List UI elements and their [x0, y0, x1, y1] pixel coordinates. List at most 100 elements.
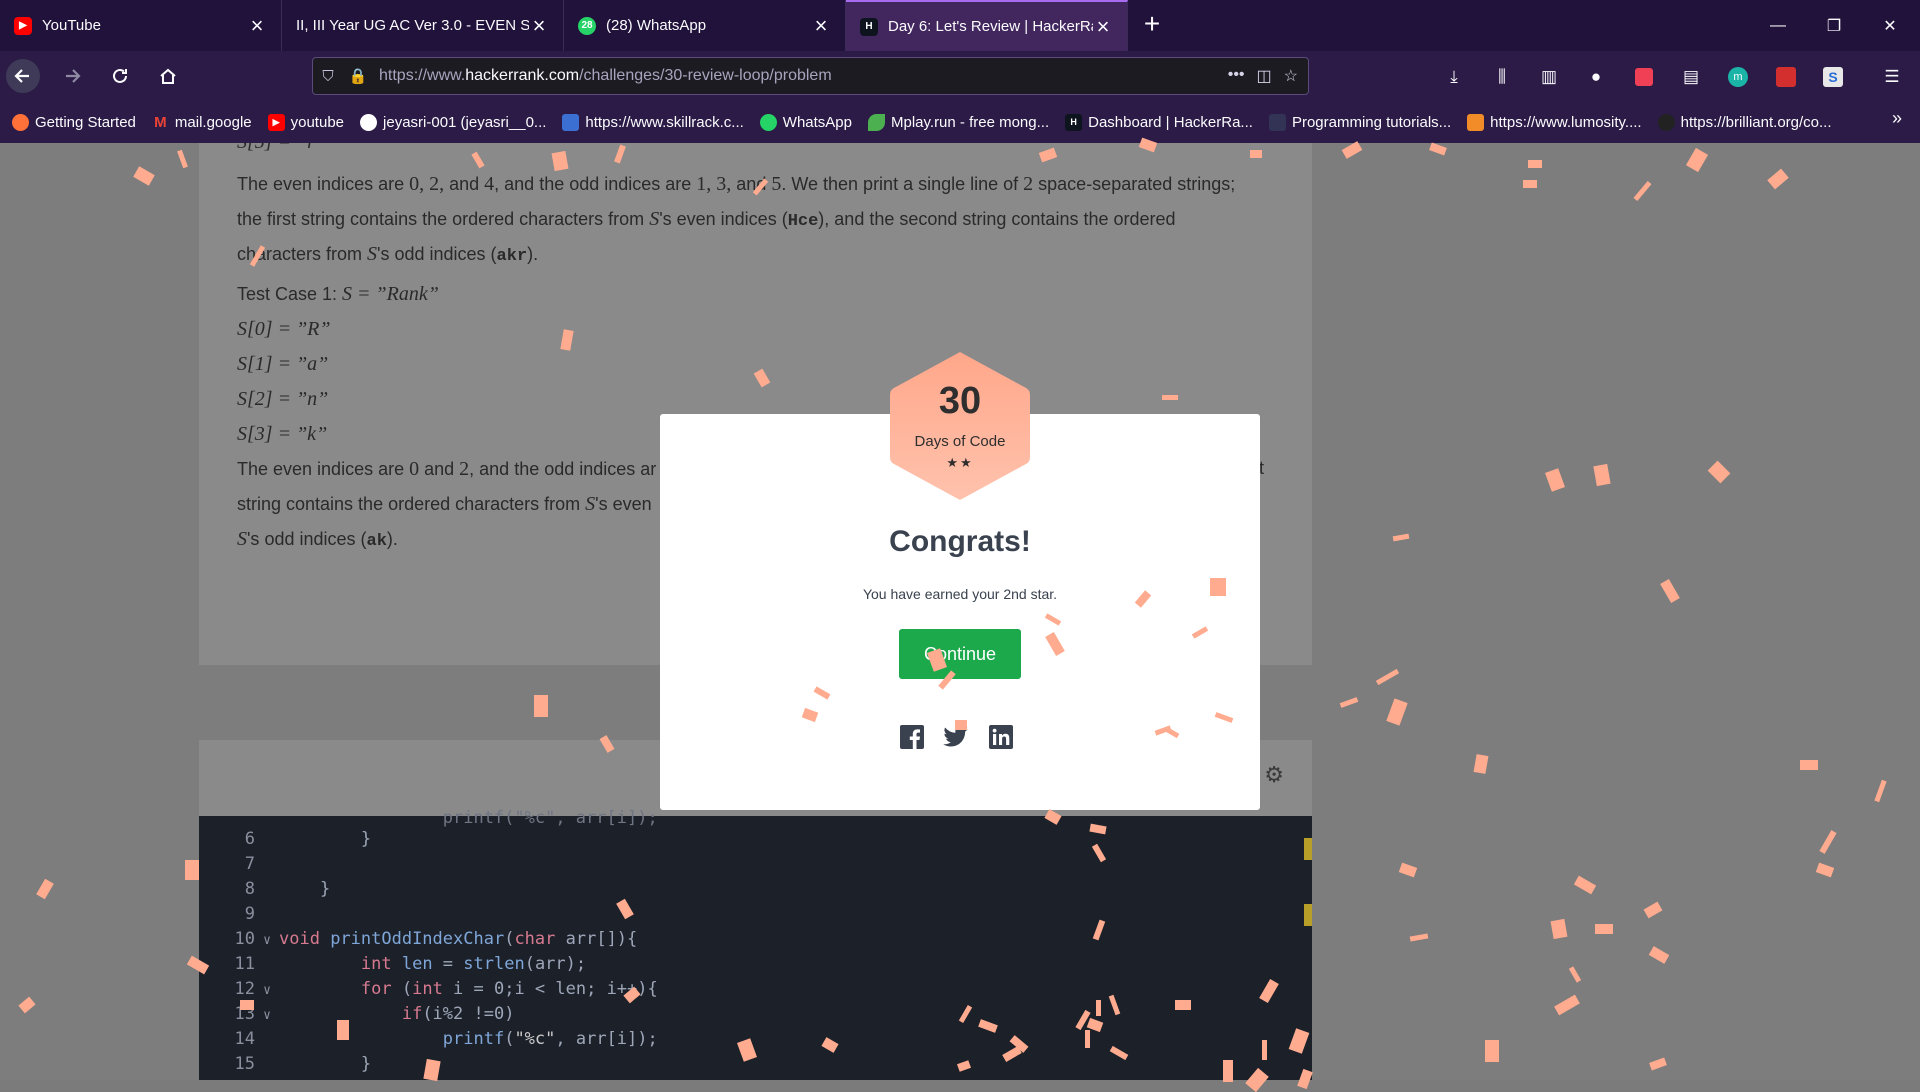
- confetti-piece: [534, 695, 548, 717]
- firefox-icon: [12, 113, 29, 131]
- code-line: 9: [244, 904, 255, 924]
- lumosity-icon: [1467, 113, 1485, 131]
- confetti-piece: [1223, 1060, 1233, 1082]
- confetti-piece: [1175, 1000, 1191, 1010]
- confetti-piece: [240, 1000, 254, 1010]
- bookmark-gmail[interactable]: Mmail.google: [152, 113, 251, 131]
- tab-ug-ac[interactable]: II, III Year UG AC Ver 3.0 - EVEN Se ×: [282, 0, 564, 51]
- tab-title: YouTube: [42, 17, 101, 34]
- tab-bar: ▶ YouTube × II, III Year UG AC Ver 3.0 -…: [0, 0, 1920, 51]
- explanation-line: characters from S's odd indices (akr).: [237, 243, 539, 266]
- bookmark-github[interactable]: jeyasri-001 (jeyasri__0...: [360, 113, 546, 131]
- code-line: 11 int len = strlen(arr);: [234, 954, 587, 974]
- pocket-ext-icon[interactable]: [1632, 65, 1656, 89]
- new-tab-button[interactable]: +: [1137, 10, 1167, 40]
- modal-title: Congrats!: [889, 525, 1031, 558]
- confetti-piece: [551, 150, 569, 172]
- address-bar[interactable]: ⛉ 🔒 https://www.hackerrank.com/challenge…: [312, 57, 1309, 95]
- tab-title: II, III Year UG AC Ver 3.0 - EVEN Se: [296, 17, 529, 34]
- confetti-piece: [1250, 150, 1262, 158]
- back-button[interactable]: [6, 59, 40, 93]
- tab-title: (28) WhatsApp: [606, 17, 707, 34]
- tab-hackerrank[interactable]: H Day 6: Let's Review | HackerRa ×: [846, 0, 1128, 51]
- modal-message: You have earned your 2nd star.: [862, 586, 1058, 602]
- gmail-icon: M: [154, 113, 167, 131]
- forward-arrow-icon: [66, 69, 81, 83]
- hackerrank-icon: H: [860, 17, 878, 36]
- continue-button[interactable]: Continue: [899, 629, 1021, 679]
- explanation-line: the first string contains the ordered ch…: [237, 208, 1176, 231]
- download-icon[interactable]: ⤓: [1442, 65, 1466, 89]
- code-line: 7: [244, 854, 255, 874]
- extension-s-icon[interactable]: S: [1821, 65, 1845, 89]
- home-button[interactable]: [151, 59, 185, 93]
- badge-label: Days of Code: [914, 433, 1006, 450]
- gear-icon[interactable]: ⚙: [1264, 762, 1284, 788]
- clipboard-icon[interactable]: ▤: [1679, 65, 1703, 89]
- bookmark-lumosity[interactable]: https://www.lumosity....: [1467, 113, 1642, 131]
- url-text[interactable]: https://www.hackerrank.com/challenges/30…: [379, 67, 1228, 85]
- account-icon[interactable]: ●: [1584, 65, 1608, 89]
- close-icon[interactable]: ×: [529, 14, 549, 36]
- confetti-piece: [337, 1020, 349, 1040]
- reload-button[interactable]: [103, 59, 137, 93]
- extension-pen-icon[interactable]: [1774, 65, 1798, 89]
- code-editor[interactable]: printf("%c", arr[i]); 6 } 7 8 } 9 10 ∨ voi…: [199, 808, 1312, 1080]
- forward-button[interactable]: [55, 59, 89, 93]
- pocket-icon[interactable]: ◫: [1257, 66, 1272, 86]
- confetti-piece: [1800, 760, 1818, 770]
- code-line: 13 ∨ if(i%2 !=0): [234, 1004, 515, 1024]
- bookmark-brilliant[interactable]: https://brilliant.org/co...: [1657, 113, 1832, 131]
- scroll-marker: [1304, 838, 1312, 860]
- lock-icon[interactable]: 🔒: [343, 67, 373, 85]
- bookmark-whatsapp[interactable]: WhatsApp: [759, 113, 852, 131]
- reload-icon: [113, 68, 127, 83]
- tab-youtube[interactable]: ▶ YouTube ×: [0, 0, 282, 51]
- tab-title: Day 6: Let's Review | HackerRa: [888, 18, 1093, 35]
- bookmark-mplay[interactable]: Mplay.run - free mong...: [868, 113, 1049, 131]
- skillrack-icon: [562, 113, 580, 131]
- confetti-piece: [1085, 1030, 1090, 1048]
- close-icon[interactable]: ×: [811, 14, 831, 36]
- code-line: 6 }: [244, 829, 372, 849]
- nav-bar: ⛉ 🔒 https://www.hackerrank.com/challenge…: [0, 51, 1920, 101]
- sidebar-icon[interactable]: ▥: [1537, 65, 1561, 89]
- close-icon[interactable]: ×: [1093, 15, 1113, 37]
- back-arrow-icon: [14, 69, 29, 83]
- close-icon[interactable]: ×: [247, 14, 267, 36]
- test-case-heading: Test Case 1: S = ”Rank”: [237, 283, 439, 305]
- confetti-piece: [1528, 160, 1542, 168]
- explanation-line: S's odd indices (ak).: [237, 528, 398, 551]
- confetti-piece: [1485, 1040, 1499, 1062]
- menu-icon[interactable]: ☰: [1880, 65, 1904, 89]
- bookmark-getting-started[interactable]: Getting Started: [12, 113, 136, 131]
- bookmarks-overflow-icon[interactable]: »: [1892, 108, 1902, 129]
- bookmark-skillrack[interactable]: https://www.skillrack.c...: [562, 113, 744, 131]
- restore-button[interactable]: ❐: [1806, 0, 1862, 51]
- library-icon[interactable]: ⫼: [1490, 65, 1514, 89]
- star-icon[interactable]: ☆: [1284, 66, 1298, 86]
- shield-icon[interactable]: ⛉: [313, 68, 343, 85]
- tab-whatsapp[interactable]: 28 (28) WhatsApp ×: [564, 0, 846, 51]
- linkedin-icon[interactable]: [988, 724, 1014, 750]
- facebook-icon[interactable]: [899, 724, 925, 750]
- scroll-marker: [1304, 904, 1312, 926]
- whatsapp-icon: [759, 113, 777, 131]
- confetti-piece: [1523, 180, 1537, 188]
- index-line: S[2] = ”n”: [237, 388, 329, 410]
- bookmark-youtube[interactable]: ▶ youtube: [267, 113, 344, 131]
- badge-number: 30: [938, 380, 982, 422]
- confetti-piece: [185, 860, 199, 880]
- confetti-piece: [955, 720, 967, 730]
- confetti-piece: [1162, 395, 1178, 400]
- badge-stars-icon: ★★: [946, 455, 974, 470]
- bookmark-hackerrank[interactable]: H Dashboard | HackerRa...: [1065, 113, 1253, 131]
- hackerrank-icon: H: [1065, 113, 1083, 131]
- close-window-button[interactable]: ✕: [1862, 0, 1918, 51]
- bookmark-programming[interactable]: Programming tutorials...: [1268, 113, 1451, 131]
- more-actions-icon[interactable]: •••: [1228, 66, 1245, 86]
- minimize-button[interactable]: —: [1750, 0, 1806, 51]
- explanation-line: string contains the ordered characters f…: [237, 493, 652, 515]
- index-line: S[1] = ”a”: [237, 353, 329, 375]
- extension-m-icon[interactable]: m: [1726, 65, 1750, 89]
